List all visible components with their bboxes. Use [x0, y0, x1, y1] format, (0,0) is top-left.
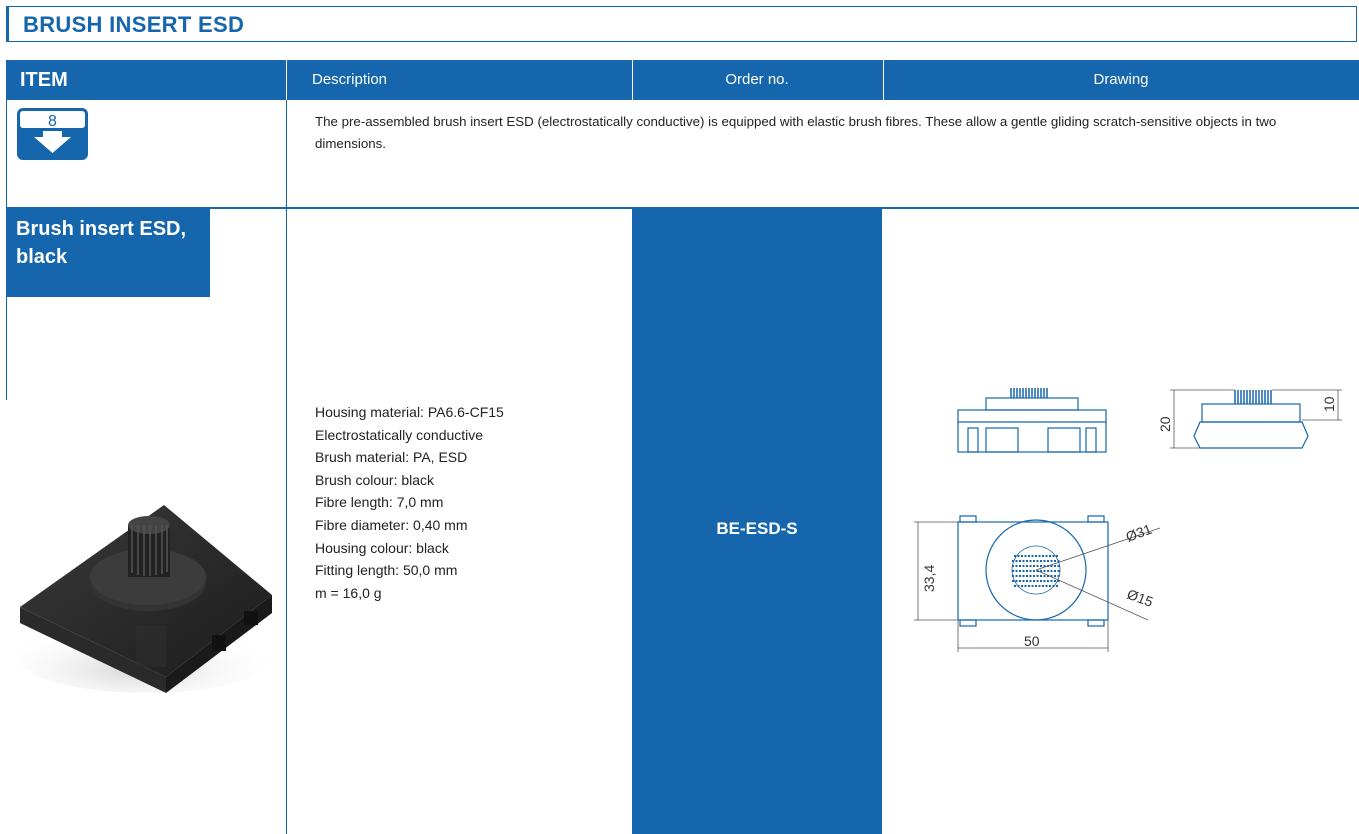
category-8-icon: 8 [16, 107, 89, 161]
product-specs: Housing material: PA6.6-CF15 Electrostat… [315, 401, 504, 604]
header-divider [286, 60, 287, 100]
spec-line: Fibre diameter: 0,40 mm [315, 516, 468, 533]
dim-height-total: 20 [1157, 416, 1173, 432]
header-item: ITEM [20, 69, 68, 91]
header-order-no: Order no. [725, 71, 789, 88]
top-view: 33,4 50 Ø31 Ø15 [914, 515, 1161, 652]
order-number-cell: BE-ESD-S [632, 209, 882, 834]
spec-line: m = 16,0 g [315, 584, 382, 601]
dim-outer-diameter: Ø31 [1124, 521, 1155, 545]
spec-line: Fibre length: 7,0 mm [315, 494, 444, 511]
product-name-box: Brush insert ESD, black [6, 209, 210, 297]
order-number: BE-ESD-S [716, 519, 798, 538]
header-drawing: Drawing [1093, 71, 1149, 88]
dim-height-brush: 10 [1321, 396, 1337, 412]
page-title-bar: BRUSH INSERT ESD [6, 6, 1357, 42]
front-view [957, 388, 1107, 453]
product-name: Brush insert ESD, black [16, 218, 187, 268]
table-header: ITEM Description Order no. Drawing [6, 60, 1359, 100]
page-title: BRUSH INSERT ESD [23, 12, 245, 37]
dim-inner-diameter: Ø15 [1125, 586, 1156, 610]
spec-line: Fitting length: 50,0 mm [315, 562, 458, 579]
header-description: Description [312, 71, 388, 88]
spec-line: Brush material: PA, ESD [315, 449, 468, 466]
spec-line: Electrostatically conductive [315, 426, 484, 443]
intro-description: The pre-assembled brush insert ESD (elec… [315, 114, 1277, 151]
spec-line: Brush colour: black [315, 471, 435, 488]
spec-line: Housing material: PA6.6-CF15 [315, 404, 504, 420]
side-view: 20 10 [1157, 389, 1342, 449]
spec-line: Housing colour: black [315, 539, 449, 556]
dim-depth: 33,4 [921, 565, 937, 592]
product-photo [16, 485, 278, 695]
category-number: 8 [48, 113, 57, 130]
column-divider [286, 100, 287, 834]
dim-width: 50 [1024, 633, 1040, 649]
technical-drawing: 20 10 33,4 50 Ø31 Ø15 [890, 370, 1350, 670]
